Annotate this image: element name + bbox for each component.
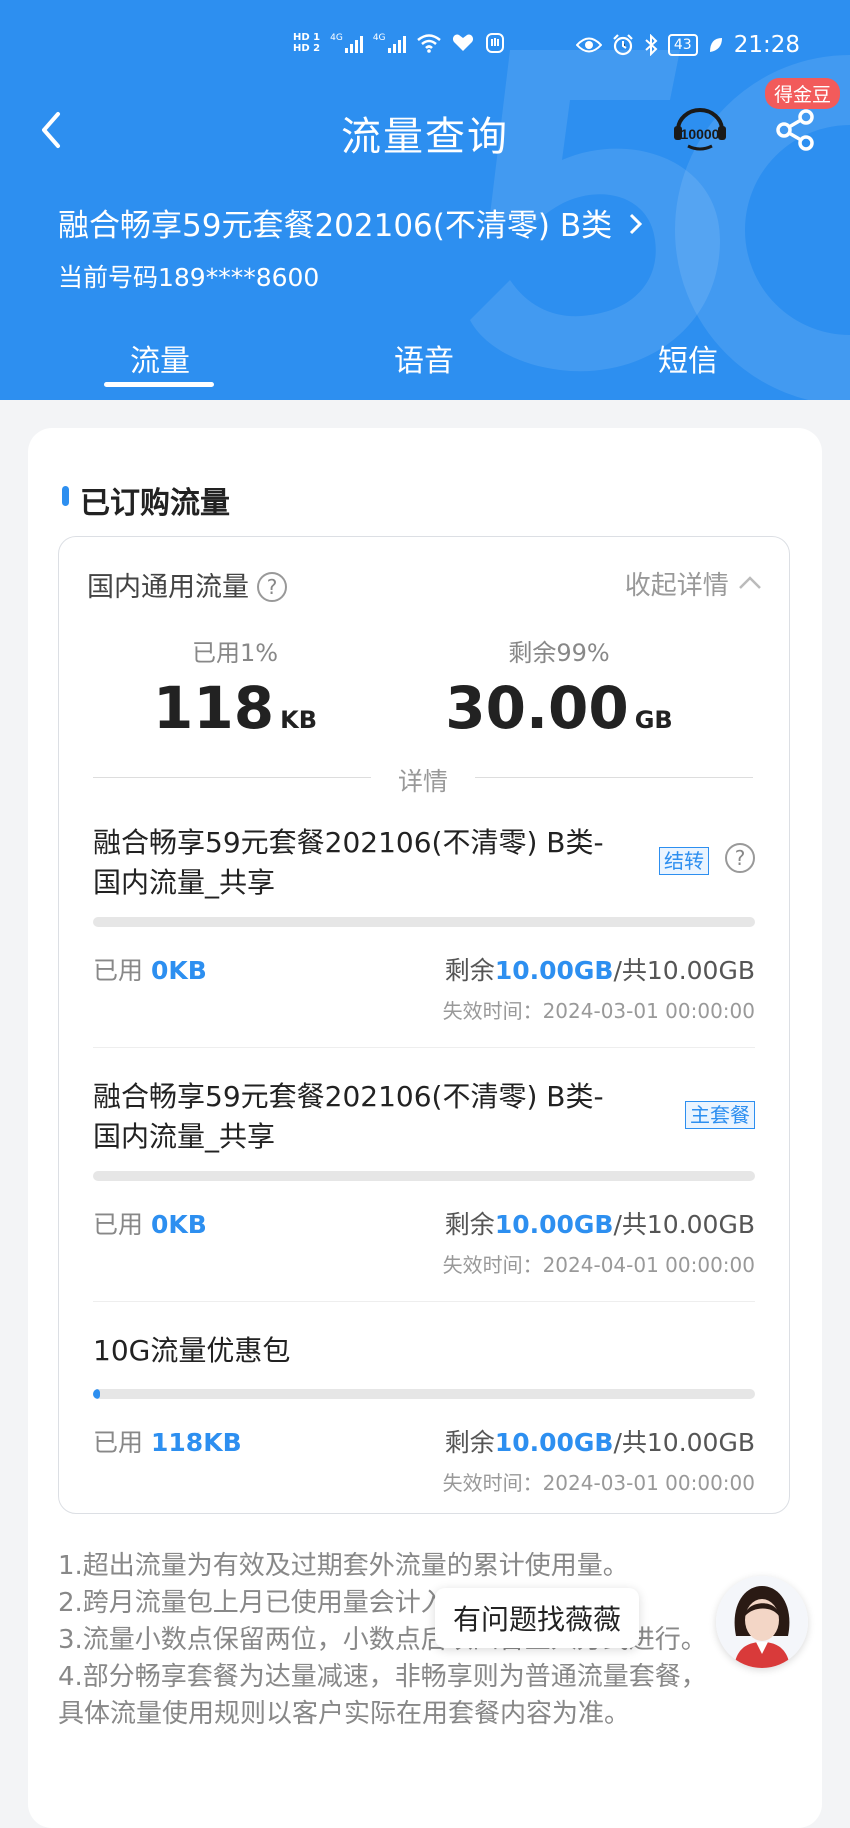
assistant-avatar-icon <box>716 1576 808 1668</box>
package-item: 10G流量优惠包 已用 118KB 剩余10.00GB/共10.00GB 失效时间… <box>93 1331 755 1495</box>
section-title: 已订购流量 <box>80 486 230 521</box>
details-divider: 详情 <box>93 762 753 796</box>
usage-notes: 1.超出流量为有效及过期套外流量的累计使用量。 2.跨月流量包上月已使用量会计入… <box>58 1548 778 1733</box>
current-phone-number: 当前号码189****8600 <box>58 263 320 292</box>
active-tab-indicator <box>104 382 214 387</box>
plan-name-link[interactable]: 融合畅享59元套餐202106(不清零) B类 <box>58 200 644 245</box>
package-item: 融合畅享59元套餐202106(不清零) B类-国内流量_共享 主套餐 已用 0K… <box>93 1077 755 1302</box>
rollover-tag: 结转 <box>659 847 709 875</box>
usage-progress-bar <box>93 1171 755 1181</box>
remaining-amount: 剩余10.00GB/共10.00GB <box>444 956 755 985</box>
divider <box>93 1301 755 1302</box>
alarm-icon <box>613 34 633 56</box>
tab-sms[interactable]: 短信 <box>618 336 758 380</box>
used-amount: 已用 118KB <box>93 1428 242 1457</box>
tab-voice[interactable]: 语音 <box>354 336 494 380</box>
used-stat: 已用1% 118 KB <box>153 639 317 742</box>
clock: 21:28 <box>733 32 800 58</box>
main-plan-tag: 主套餐 <box>685 1101 755 1129</box>
usage-progress-bar <box>93 917 755 927</box>
note-line: 2.跨月流量包上月已使用量会计入本月已使用量中。 <box>58 1588 655 1618</box>
package-name: 融合畅享59元套餐202106(不清零) B类-国内流量_共享 <box>93 1080 604 1153</box>
svg-text:10000: 10000 <box>681 126 720 142</box>
hotline-10000-icon[interactable]: 10000 <box>672 108 728 152</box>
note-line: 3.流量小数点保留两位，小数点后以四舍五入方式进行。 <box>58 1625 707 1655</box>
chevron-right-icon <box>629 213 643 235</box>
domestic-data-label: 国内通用流量? <box>87 565 287 604</box>
help-chat-bubble[interactable]: 有问题找薇薇 <box>435 1588 640 1648</box>
share-icon[interactable] <box>776 108 816 152</box>
hd-indicator: HD 1 HD 2 <box>293 32 321 54</box>
wifi-icon <box>416 34 441 53</box>
note-line: 4.部分畅享套餐为达量减速，非畅享则为普通流量套餐， <box>58 1662 707 1692</box>
cellular-signal-icon-2: 4G <box>373 33 406 53</box>
package-name: 10G流量优惠包 <box>93 1334 291 1367</box>
heart-icon <box>452 34 473 51</box>
expiry-time: 失效时间：2024-04-01 00:00:00 <box>442 1253 755 1277</box>
expiry-time: 失效时间：2024-03-01 00:00:00 <box>442 1471 755 1495</box>
tab-data[interactable]: 流量 <box>90 336 230 380</box>
gold-bean-badge[interactable]: 得金豆 <box>765 78 841 109</box>
chevron-up-icon <box>739 576 761 589</box>
header: HD 1 HD 2 4G 4G 43 21:28 流量查询 10000 得金豆 … <box>0 0 850 400</box>
remain-stat: 剩余99% 30.00 GB <box>445 639 673 742</box>
expiry-time: 失效时间：2024-03-01 00:00:00 <box>442 999 755 1023</box>
assistant-avatar[interactable] <box>716 1576 808 1668</box>
package-item: 融合畅享59元套餐202106(不清零) B类-国内流量_共享 结转 ? 已用 0… <box>93 823 755 1048</box>
note-line: 具体流量使用规则以客户实际在用套餐内容为准。 <box>58 1699 631 1729</box>
help-question-icon[interactable]: ? <box>725 843 755 873</box>
help-question-icon[interactable]: ? <box>257 572 287 602</box>
remaining-amount: 剩余10.00GB/共10.00GB <box>444 1210 755 1239</box>
remaining-amount: 剩余10.00GB/共10.00GB <box>444 1428 755 1457</box>
usage-progress-bar <box>93 1389 755 1399</box>
eye-icon <box>575 37 602 53</box>
status-bar: HD 1 HD 2 4G 4G 43 21:28 <box>0 30 850 70</box>
package-name: 融合畅享59元套餐202106(不清零) B类-国内流量_共享 <box>93 826 604 899</box>
bluetooth-icon <box>645 34 658 56</box>
used-amount: 已用 0KB <box>93 1210 207 1239</box>
domestic-data-panel: 国内通用流量? 收起详情 已用1% 118 KB 剩余99% 30.00 GB 详情… <box>58 536 790 1514</box>
used-amount: 已用 0KB <box>93 956 207 985</box>
divider <box>93 1047 755 1048</box>
collapse-details-toggle[interactable]: 收起详情 <box>625 565 763 602</box>
battery-icon: 43 <box>667 34 698 56</box>
hand-icon <box>485 33 504 53</box>
tab-bar: 流量 语音 短信 <box>0 330 850 390</box>
cellular-signal-icon: 4G <box>330 33 363 53</box>
leaf-icon <box>709 38 722 52</box>
note-line: 1.超出流量为有效及过期套外流量的累计使用量。 <box>58 1551 629 1581</box>
